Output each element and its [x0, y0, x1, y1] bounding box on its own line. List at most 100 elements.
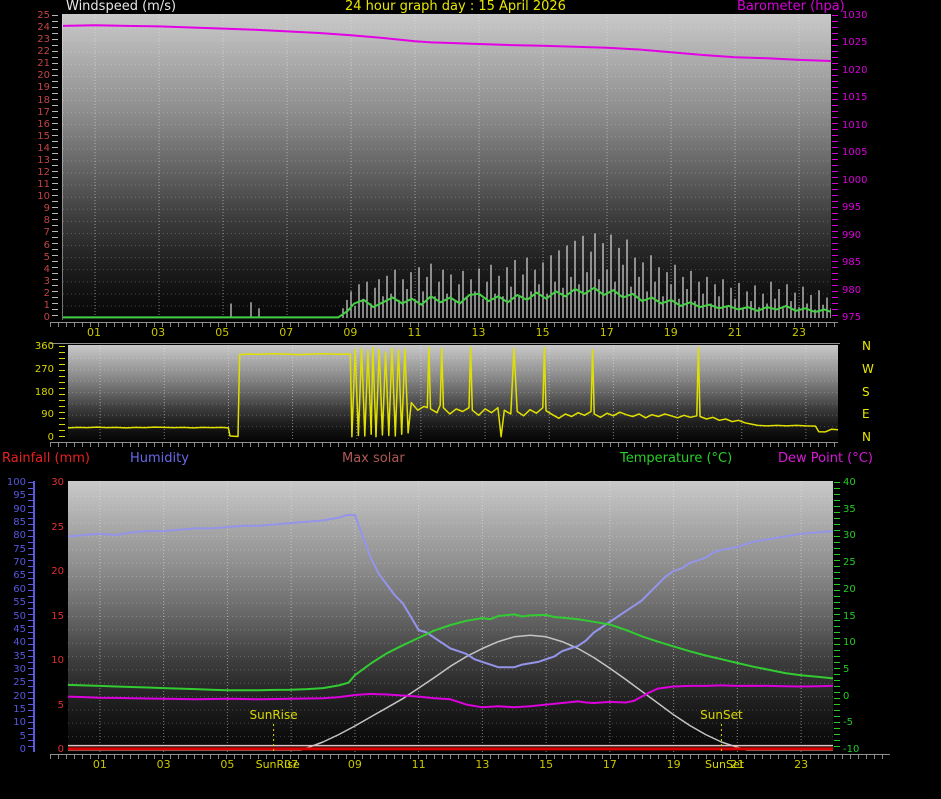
axis-tick-label: 995 — [842, 202, 897, 213]
axis-tick-label: 3 — [0, 276, 50, 287]
axis-tick-label: 2 — [0, 288, 50, 299]
temperature-axis-ticks — [834, 482, 840, 752]
axis-tick-label: 10 — [843, 637, 888, 648]
axis-tick-label: 4 — [0, 264, 50, 275]
barometer-axis-labels: 1030102510201015101010051000995990985980… — [842, 14, 897, 320]
axis-tick-label: 1025 — [842, 37, 897, 48]
legend-dew-point: Dew Point (°C) — [778, 451, 873, 466]
axis-tick-label: N — [862, 341, 888, 352]
axis-tick-label: 270 — [0, 364, 54, 375]
temperature-axis-labels: 4035302520151050-5-10 — [843, 481, 888, 752]
axis-tick-label: 0 — [0, 312, 50, 323]
windspeed-axis-labels: 2524232221201918171615141312111098765432… — [0, 14, 50, 320]
axis-tick-label: 11 — [0, 179, 50, 190]
axis-tick-label: 10 — [0, 191, 50, 202]
axis-tick-label: 25 — [38, 522, 64, 533]
axis-tick-label: 1005 — [842, 147, 897, 158]
axis-tick-label: W — [862, 364, 888, 375]
x-tick-label: 21 — [717, 326, 753, 339]
axis-tick-label: 25 — [0, 10, 50, 21]
axis-tick-label: 70 — [0, 557, 26, 568]
axis-tick-label: 990 — [842, 230, 897, 241]
x-tick-label: 03 — [146, 758, 182, 771]
x-tick-label: 17 — [589, 326, 625, 339]
x-tick-label: SunRise — [256, 758, 292, 771]
axis-tick-label: 1030 — [842, 10, 897, 21]
axis-tick-label: N — [862, 432, 888, 443]
axis-tick-label: 16 — [0, 119, 50, 130]
axis-tick-label: 15 — [0, 131, 50, 142]
axis-tick-label: 19 — [0, 82, 50, 93]
windspeed-axis-title: Windspeed (m/s) — [66, 0, 176, 14]
axis-tick-label: 1000 — [842, 175, 897, 186]
x-tick-label: 15 — [528, 758, 564, 771]
axis-tick-label: 22 — [0, 46, 50, 57]
axis-tick-label: 95 — [0, 490, 26, 501]
mid-top-line — [50, 343, 840, 344]
legend-temperature: Temperature (°C) — [620, 451, 732, 466]
x-tick-label: 05 — [204, 326, 240, 339]
x-tick-label: 17 — [592, 758, 628, 771]
axis-tick-label: 8 — [0, 215, 50, 226]
axis-tick-label: 1020 — [842, 65, 897, 76]
legend-humidity: Humidity — [130, 451, 189, 466]
page-title: 24 hour graph day : 15 April 2026 — [345, 0, 566, 14]
axis-tick-label: 40 — [0, 637, 26, 648]
axis-tick-label: 20 — [843, 584, 888, 595]
sun-marker-label: SunSet — [700, 708, 743, 722]
x-tick-label: 23 — [783, 758, 819, 771]
axis-tick-label: 10 — [0, 717, 26, 728]
axis-tick-label: 180 — [0, 387, 54, 398]
axis-tick-label: 15 — [843, 611, 888, 622]
x-tick-label: 01 — [82, 758, 118, 771]
axis-tick-label: 10 — [38, 655, 64, 666]
axis-tick-label: 25 — [843, 557, 888, 568]
axis-tick-label: 45 — [0, 624, 26, 635]
x-tick-label: 05 — [209, 758, 245, 771]
axis-tick-label: 0 — [843, 691, 888, 702]
x-tick-label: 07 — [268, 326, 304, 339]
axis-tick-label: 40 — [843, 477, 888, 488]
axis-tick-label: 90 — [0, 504, 26, 515]
axis-tick-label: 13 — [0, 155, 50, 166]
axis-tick-label: 24 — [0, 22, 50, 33]
axis-tick-label: 12 — [0, 167, 50, 178]
axis-tick-label: 1 — [0, 300, 50, 311]
axis-tick-label: 20 — [0, 70, 50, 81]
humidity-axis-line — [33, 481, 35, 752]
x-tick-label: 09 — [332, 326, 368, 339]
axis-tick-label: 65 — [0, 570, 26, 581]
axis-tick-label: 5 — [38, 700, 64, 711]
humidity-temp-chart: SunRise SunSet — [68, 481, 833, 752]
axis-tick-label: E — [862, 409, 888, 420]
axis-tick-label: 18 — [0, 95, 50, 106]
axis-tick-label: 25 — [0, 677, 26, 688]
axis-tick-label: 1010 — [842, 120, 897, 131]
axis-tick-label: 60 — [0, 584, 26, 595]
axis-tick-label: 55 — [0, 597, 26, 608]
compass-labels: NWSEN — [862, 345, 888, 440]
x-tick-label: 19 — [656, 758, 692, 771]
x-tick-label: 11 — [401, 758, 437, 771]
axis-tick-label: 23 — [0, 34, 50, 45]
x-tick-label: 01 — [76, 326, 112, 339]
axis-tick-label: 15 — [0, 704, 26, 715]
axis-tick-label: 90 — [0, 409, 54, 420]
wind-direction-axis-ticks — [59, 346, 65, 440]
axis-tick-label: 5 — [0, 731, 26, 742]
legend-max-solar: Max solar — [342, 451, 405, 466]
barometer-axis-ticks — [832, 15, 838, 320]
axis-tick-label: 30 — [38, 477, 64, 488]
windspeed-axis-ticks — [52, 15, 58, 320]
sun-marker-label: SunRise — [250, 708, 298, 722]
x-tick-label: 09 — [337, 758, 373, 771]
axis-tick-label: 5 — [843, 664, 888, 675]
x-tick-label: 11 — [396, 326, 432, 339]
axis-tick-label: -5 — [843, 717, 888, 728]
bottom-hour-labels: 010305070911131517192123SunRiseSunSet — [68, 758, 833, 772]
axis-tick-label: S — [862, 387, 888, 398]
wind-direction-axis-labels: 360270180900 — [0, 345, 54, 440]
axis-tick-label: 15 — [38, 611, 64, 622]
axis-tick-label: 20 — [0, 691, 26, 702]
axis-tick-label: 75 — [0, 544, 26, 555]
